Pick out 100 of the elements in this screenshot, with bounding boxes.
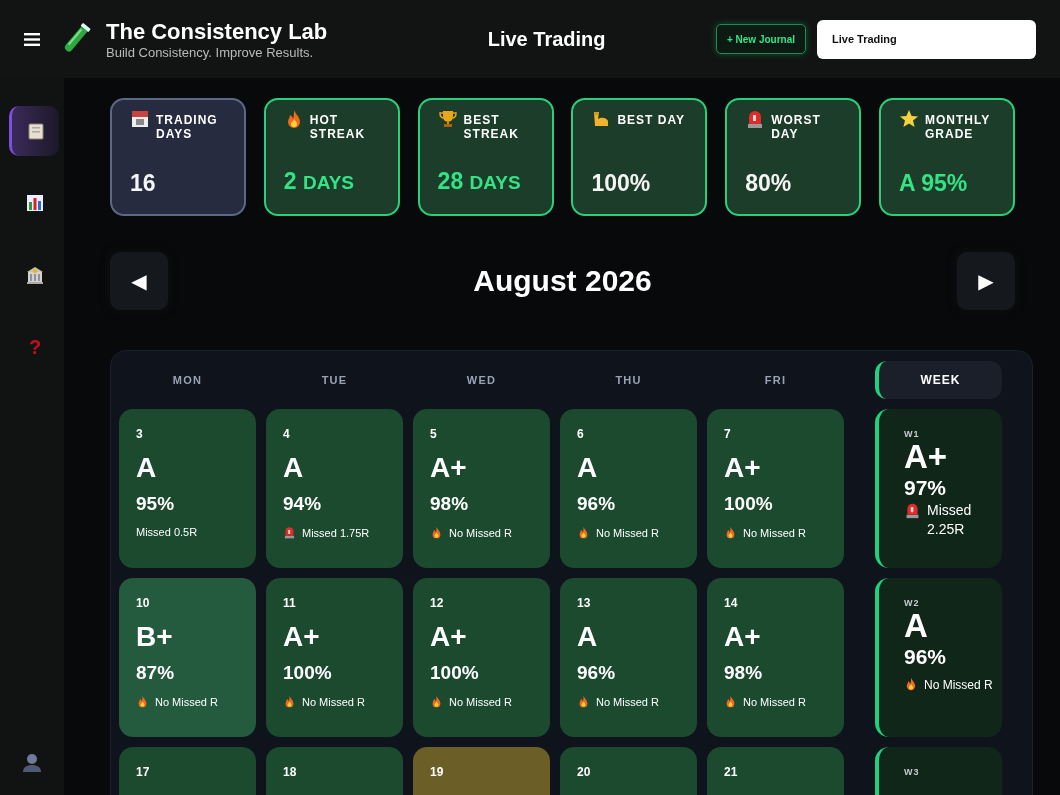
day-note: No Missed R (155, 695, 218, 708)
clipboard-icon (25, 121, 46, 141)
day-cell[interactable]: 7 A+ 100% No Missed R (707, 409, 844, 568)
siren-icon (904, 502, 921, 519)
weekday-header: MON (172, 374, 203, 386)
stat-value: 100% (591, 169, 652, 198)
week-note: No Missed R (924, 677, 993, 694)
day-cell[interactable]: 6 A 96% No Missed R (560, 409, 697, 568)
day-cell[interactable]: 19 (413, 747, 550, 795)
stat-value: 2 DAYS (283, 167, 356, 196)
flame-icon (724, 695, 737, 708)
account-select[interactable]: Live Trading (817, 19, 1036, 59)
weekday-header: FRI (764, 374, 787, 386)
day-note: No Missed R (596, 526, 659, 539)
day-number: 21 (724, 765, 739, 779)
stat-label: TRADING DAYS (156, 113, 219, 141)
new-journal-button[interactable]: + New Journal (715, 24, 806, 54)
stat-value: 80% (745, 169, 793, 198)
stat-label: BEST STREAK (463, 113, 520, 141)
flame-icon (430, 526, 443, 539)
flame-icon (724, 526, 737, 539)
week-label: W2 (904, 598, 921, 608)
day-number: 3 (136, 427, 144, 441)
day-cell[interactable]: 10 B+ 87% No Missed R (119, 578, 256, 737)
day-score: 100% (430, 661, 480, 685)
day-cell[interactable]: 4 A 94% Missed 1.75R (266, 409, 403, 568)
flame-icon (904, 677, 918, 691)
day-cell[interactable]: 21 (707, 747, 844, 795)
day-score: 100% (283, 661, 333, 685)
day-grade: A+ (430, 621, 468, 653)
week-note: Missed 2.25R (927, 501, 973, 539)
app-title: The Consistency Lab (106, 18, 328, 45)
flame-icon (430, 695, 443, 708)
day-number: 6 (577, 427, 585, 441)
day-note: No Missed R (302, 695, 365, 708)
weekday-header: TUE (321, 374, 348, 386)
month-title: August 2026 (473, 264, 652, 298)
day-score: 96% (577, 661, 617, 685)
day-note: No Missed R (743, 526, 806, 539)
day-cell[interactable]: 5 A+ 98% No Missed R (413, 409, 550, 568)
day-number: 4 (283, 427, 291, 441)
day-score: 100% (724, 492, 774, 516)
siren-icon (283, 526, 296, 539)
stat-value: 28 DAYS (437, 167, 522, 196)
week-header: WEEK (875, 361, 1002, 399)
flame-icon (577, 695, 590, 708)
day-score: 95% (136, 492, 176, 516)
star-icon (899, 109, 919, 129)
flame-icon (136, 695, 149, 708)
day-note: Missed 1.75R (302, 526, 370, 539)
week-score: 97% (904, 475, 948, 501)
day-cell[interactable]: 14 A+ 98% No Missed R (707, 578, 844, 737)
day-cell[interactable]: 20 (560, 747, 697, 795)
stat-value: 16 (130, 169, 157, 198)
stat-label: BEST DAY (617, 113, 685, 127)
day-grade: A (136, 452, 158, 484)
day-score: 94% (283, 492, 323, 516)
calendar-icon (130, 109, 150, 129)
day-number: 10 (136, 596, 151, 610)
day-cell[interactable]: 17 (119, 747, 256, 795)
stat-label: MONTHLY GRADE (925, 113, 991, 141)
day-grade: B+ (136, 621, 174, 653)
day-cell[interactable]: 12 A+ 100% No Missed R (413, 578, 550, 737)
day-score: 96% (577, 492, 617, 516)
day-cell[interactable]: 3 A 95% Missed 0.5R (119, 409, 256, 568)
day-score: 98% (724, 661, 764, 685)
weekday-header: WED (466, 374, 497, 386)
stat-value: A 95% (899, 169, 969, 198)
bar-chart-icon (25, 193, 45, 213)
day-grade: A+ (724, 621, 762, 653)
flame-icon (283, 695, 296, 708)
day-grade: A (577, 452, 599, 484)
day-number: 17 (136, 765, 151, 779)
page-title: Live Trading (487, 27, 606, 51)
day-number: 14 (724, 596, 739, 610)
day-cell[interactable]: 18 (266, 747, 403, 795)
trophy-icon (437, 109, 458, 129)
week-label: W3 (904, 767, 921, 777)
day-number: 13 (577, 596, 592, 610)
day-number: 7 (724, 427, 732, 441)
day-number: 12 (430, 596, 445, 610)
day-cell[interactable]: 13 A 96% No Missed R (560, 578, 697, 737)
day-grade: A (577, 621, 599, 653)
day-cell[interactable]: 11 A+ 100% No Missed R (266, 578, 403, 737)
next-month-button[interactable]: ▶ (957, 252, 1015, 310)
day-number: 20 (577, 765, 592, 779)
day-note: No Missed R (596, 695, 659, 708)
previous-month-button[interactable]: ◀ (110, 252, 168, 310)
day-number: 18 (283, 765, 298, 779)
sidebar-item[interactable] (9, 106, 59, 156)
day-score: 98% (430, 492, 470, 516)
day-grade: A (283, 452, 305, 484)
day-note: Missed 0.5R (136, 526, 198, 538)
week-score: 96% (904, 644, 948, 670)
app-subtitle: Build Consistency. Improve Results. (106, 44, 315, 60)
day-note: No Missed R (449, 526, 512, 539)
day-note: No Missed R (449, 695, 512, 708)
week-grade: A (904, 608, 929, 644)
week-grade: A+ (904, 439, 949, 475)
stat-label: WORST DAY (771, 113, 822, 141)
